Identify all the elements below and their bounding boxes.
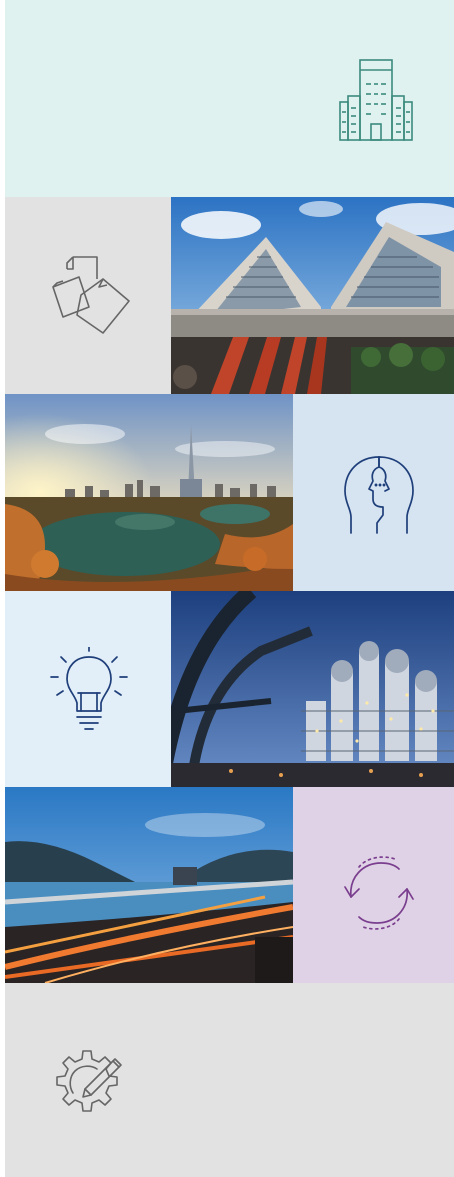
building-tile[interactable] [5, 0, 454, 197]
service-tile-grid [5, 0, 454, 1177]
engineering-tile[interactable] [5, 983, 454, 1177]
idea-tile[interactable] [5, 591, 171, 787]
documents-tile[interactable] [5, 197, 171, 394]
lightbulb-icon [50, 647, 128, 730]
industrial-plant-photo [171, 591, 454, 787]
apartments-photo [171, 197, 454, 394]
mind-tile[interactable] [293, 394, 454, 591]
bridge-photo [5, 787, 293, 983]
lake-city-photo [5, 394, 293, 591]
cycle-tile[interactable] [293, 787, 454, 983]
head-profile-icon [344, 456, 414, 534]
documents-icon [52, 256, 130, 334]
office-building-icon [339, 59, 413, 141]
gear-pencil-icon [56, 1050, 122, 1112]
refresh-cycle-icon [344, 856, 414, 930]
